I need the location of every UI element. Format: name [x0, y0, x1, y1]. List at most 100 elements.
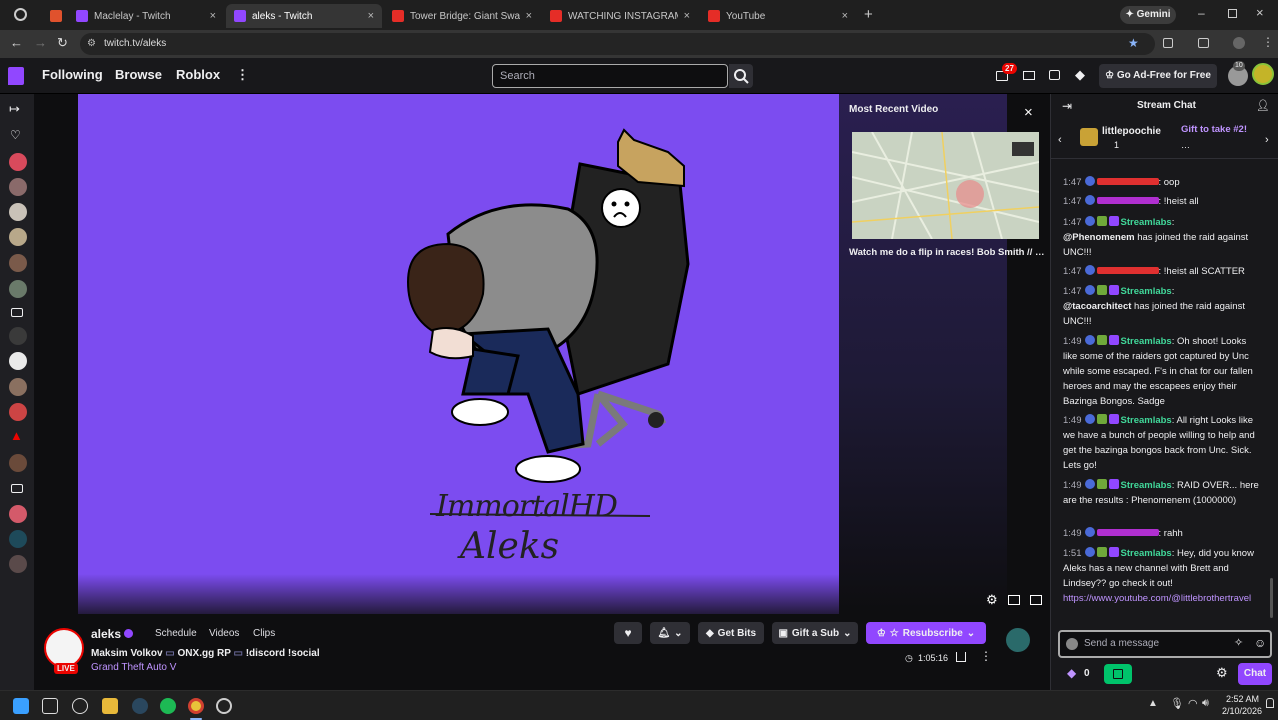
channel-avatar[interactable]: [9, 280, 27, 298]
channel-avatar[interactable]: [9, 254, 27, 272]
most-recent-caption[interactable]: Watch me do a flip in races! Bob Smith /…: [849, 247, 1045, 258]
channel-avatar[interactable]: [9, 228, 27, 246]
chat-bits-icon[interactable]: ✧: [1234, 636, 1243, 649]
pinned-user[interactable]: littlepoochie: [1102, 126, 1161, 137]
channel-avatar-large[interactable]: [44, 628, 84, 668]
chat-scrollbar[interactable]: [1270, 578, 1273, 618]
close-tab-icon[interactable]: ×: [842, 10, 848, 22]
bookmark-star-icon[interactable]: ★: [1128, 36, 1139, 50]
theatre-mode-icon[interactable]: [1008, 595, 1020, 605]
gift-sub-button[interactable]: ▣ Gift a Sub ⌄: [772, 622, 858, 644]
chat-username-redacted[interactable]: [1096, 529, 1159, 536]
close-tab-icon[interactable]: ×: [684, 10, 690, 22]
chrome-icon[interactable]: [188, 698, 204, 714]
browser-tab-tower-bridge[interactable]: Tower Bridge: Giant Swan | To…×: [384, 4, 540, 28]
chat-settings-icon[interactable]: ⚙: [1216, 665, 1228, 681]
fullscreen-icon[interactable]: [1030, 595, 1042, 605]
collapse-chat-icon[interactable]: ⇥: [1062, 99, 1072, 113]
extensions-icon[interactable]: [1163, 38, 1173, 48]
browser-tab-maclelay[interactable]: Maclelay - Twitch ×: [68, 4, 224, 28]
channel-avatar[interactable]: [9, 403, 27, 421]
pinned-chevron-left-icon[interactable]: ‹: [1058, 134, 1062, 146]
go-ad-free-button[interactable]: ♔ Go Ad-Free for Free: [1099, 64, 1217, 88]
back-arrow-icon[interactable]: ←: [10, 35, 23, 50]
browser-tab-aleks[interactable]: aleks - Twitch ×: [226, 4, 382, 28]
expand-sidebar-icon[interactable]: ↦: [9, 101, 20, 117]
nav-more-icon[interactable]: ⋮: [236, 67, 249, 83]
channel-avatar[interactable]: [9, 555, 27, 573]
chat-username[interactable]: Streamlabs: [1121, 286, 1172, 297]
channel-avatar[interactable]: [9, 454, 27, 472]
browser-kebab-icon[interactable]: ⋮: [1262, 35, 1274, 49]
close-tab-icon[interactable]: ×: [368, 10, 374, 22]
new-tab-button[interactable]: +: [864, 6, 873, 23]
chat-username-redacted[interactable]: [1096, 197, 1159, 204]
channel-avatar[interactable]: [9, 530, 27, 548]
forward-arrow-icon[interactable]: →: [34, 35, 47, 50]
notification-bell-icon[interactable]: [1266, 698, 1274, 708]
chat-send-button[interactable]: Chat: [1238, 663, 1272, 685]
minimize-window-icon[interactable]: –: [1198, 6, 1205, 20]
windows-start-icon[interactable]: [13, 698, 29, 714]
close-tab-icon[interactable]: ×: [210, 10, 216, 22]
nav-browse[interactable]: Browse: [115, 67, 162, 82]
chat-username[interactable]: Streamlabs: [1121, 480, 1172, 491]
g-app-icon[interactable]: [72, 698, 88, 714]
chat-mention[interactable]: @Phenomenem: [1063, 232, 1135, 243]
followed-heart-icon[interactable]: ♡: [10, 128, 21, 142]
profile-avatar[interactable]: [1252, 63, 1274, 85]
chat-username[interactable]: Streamlabs: [1121, 217, 1172, 228]
gemini-button[interactable]: ✦ Gemini: [1120, 6, 1176, 24]
record-app-icon[interactable]: [216, 698, 232, 714]
whispers-icon[interactable]: [1049, 70, 1060, 80]
channel-avatar[interactable]: [9, 378, 27, 396]
stream-video[interactable]: ImmortalHD Aleks: [78, 94, 839, 614]
browser-tab-1[interactable]: [42, 4, 64, 28]
get-bits-button[interactable]: ◆ Get Bits: [698, 622, 764, 644]
volume-icon[interactable]: 🔊︎: [1202, 697, 1209, 710]
chat-username-redacted[interactable]: [1096, 267, 1159, 274]
game-category-link[interactable]: Grand Theft Auto V: [91, 662, 176, 673]
wifi-icon[interactable]: ◠: [1188, 697, 1198, 710]
close-tab-icon[interactable]: ×: [526, 10, 532, 22]
sponsor-logo[interactable]: [1006, 628, 1030, 652]
clock-time[interactable]: 2:52 AM: [1226, 694, 1259, 704]
close-recent-video-icon[interactable]: ×: [1024, 104, 1033, 121]
site-info-icon[interactable]: ⚙: [87, 33, 96, 55]
microphone-icon[interactable]: 🎙︎: [1170, 697, 1184, 710]
chat-username-redacted[interactable]: [1096, 178, 1159, 185]
emote-picker-icon[interactable]: ☺: [1254, 636, 1266, 650]
steam-icon[interactable]: [132, 698, 148, 714]
browser-menu-icon[interactable]: [14, 8, 27, 21]
resubscribe-button[interactable]: ♔ ☆ Resubscribe ⌄: [866, 622, 986, 644]
video-category-icon[interactable]: [11, 308, 23, 317]
browser-tab-instagram-reel[interactable]: WATCHING INSTAGRAM REEL…×: [542, 4, 698, 28]
tab-schedule[interactable]: Schedule: [155, 628, 197, 639]
search-input[interactable]: Search: [492, 64, 728, 88]
most-recent-video-thumbnail[interactable]: [852, 132, 1039, 239]
channel-points-icon[interactable]: ◆: [1067, 666, 1076, 680]
video-category-icon[interactable]: [11, 484, 23, 493]
tab-clips[interactable]: Clips: [253, 628, 275, 639]
twitch-logo-icon[interactable]: [8, 67, 24, 85]
chat-link[interactable]: https://www.youtube.com/@littlebrothertr…: [1063, 593, 1251, 604]
channel-avatar[interactable]: [9, 505, 27, 523]
channel-avatar[interactable]: [9, 178, 27, 196]
chat-username[interactable]: Streamlabs: [1121, 336, 1172, 347]
chat-username[interactable]: Streamlabs: [1121, 415, 1172, 426]
follow-heart-button[interactable]: ♥: [614, 622, 642, 644]
warning-icon[interactable]: ▲: [10, 428, 23, 443]
close-window-icon[interactable]: ×: [1256, 5, 1264, 20]
nav-roblox[interactable]: Roblox: [176, 67, 220, 82]
tray-chevron-icon[interactable]: ▲: [1148, 698, 1158, 709]
channel-avatar[interactable]: [9, 153, 27, 171]
chat-message-input[interactable]: Send a message ✧ ☺: [1058, 630, 1272, 658]
pinned-chevron-right-icon[interactable]: ›: [1265, 134, 1269, 146]
browser-tab-youtube[interactable]: YouTube ×: [700, 4, 856, 28]
clock-date[interactable]: 2/10/2026: [1222, 706, 1262, 716]
player-settings-icon[interactable]: ⚙: [986, 592, 998, 608]
channel-avatar[interactable]: [9, 352, 27, 370]
spotify-icon[interactable]: [160, 698, 176, 714]
profile-icon[interactable]: [1233, 37, 1245, 49]
channel-name[interactable]: aleks: [91, 627, 121, 641]
